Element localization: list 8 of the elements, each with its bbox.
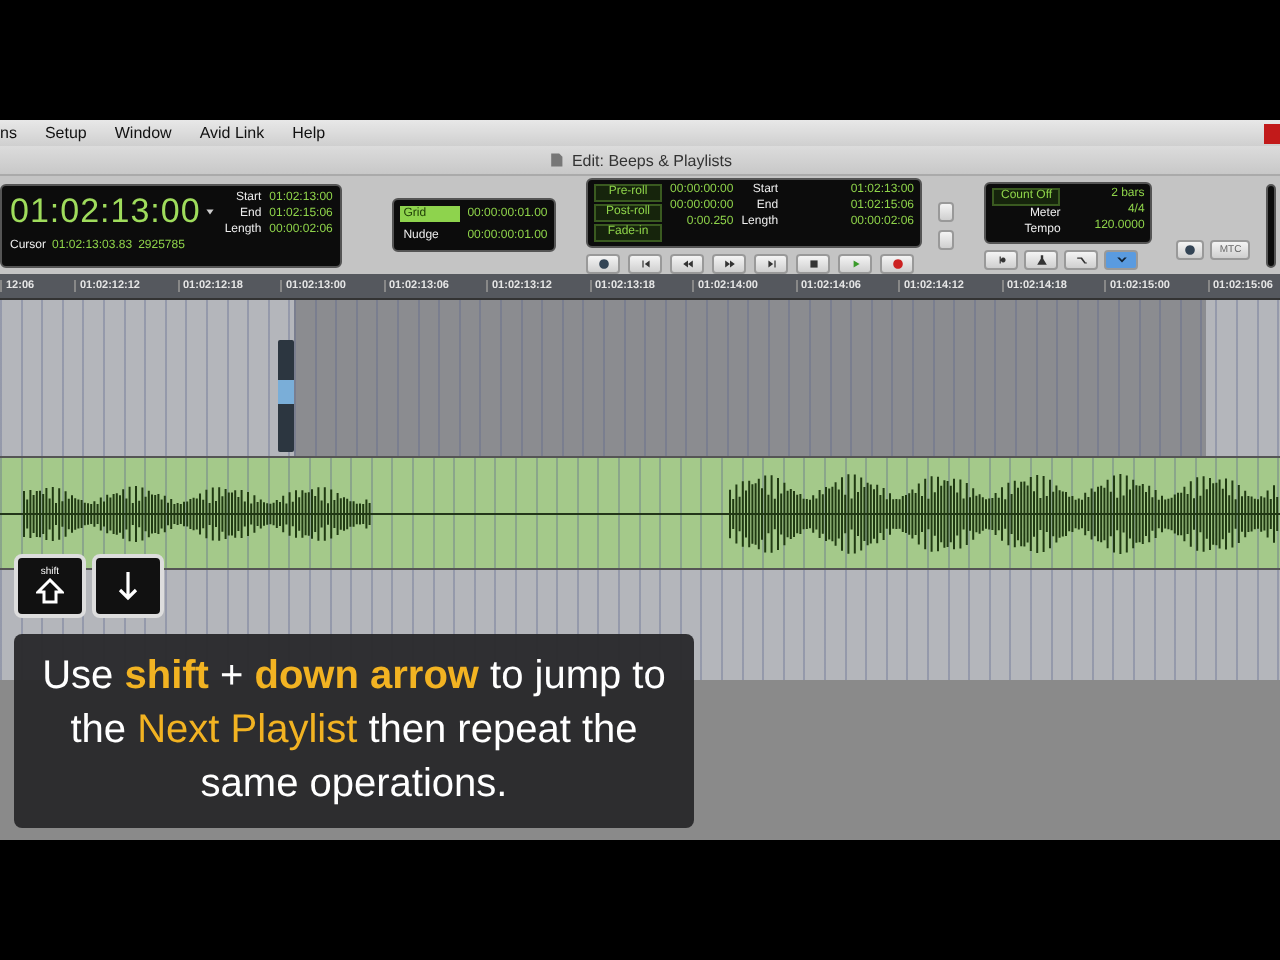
menu-item[interactable]: Window [114, 124, 172, 142]
menu-item[interactable]: Help [292, 124, 326, 142]
menu-item[interactable]: Setup [44, 124, 87, 142]
caption-text: Use shift + down arrow to jump to the Next Playlist then repeat the same operations. [14, 634, 694, 828]
window-title: Edit: Beeps & Playlists [571, 151, 733, 169]
menu-item[interactable]: Avid Link [199, 124, 265, 142]
menu-item[interactable]: ns [0, 124, 17, 142]
main-counter: 01:02:13:00 [10, 191, 201, 231]
